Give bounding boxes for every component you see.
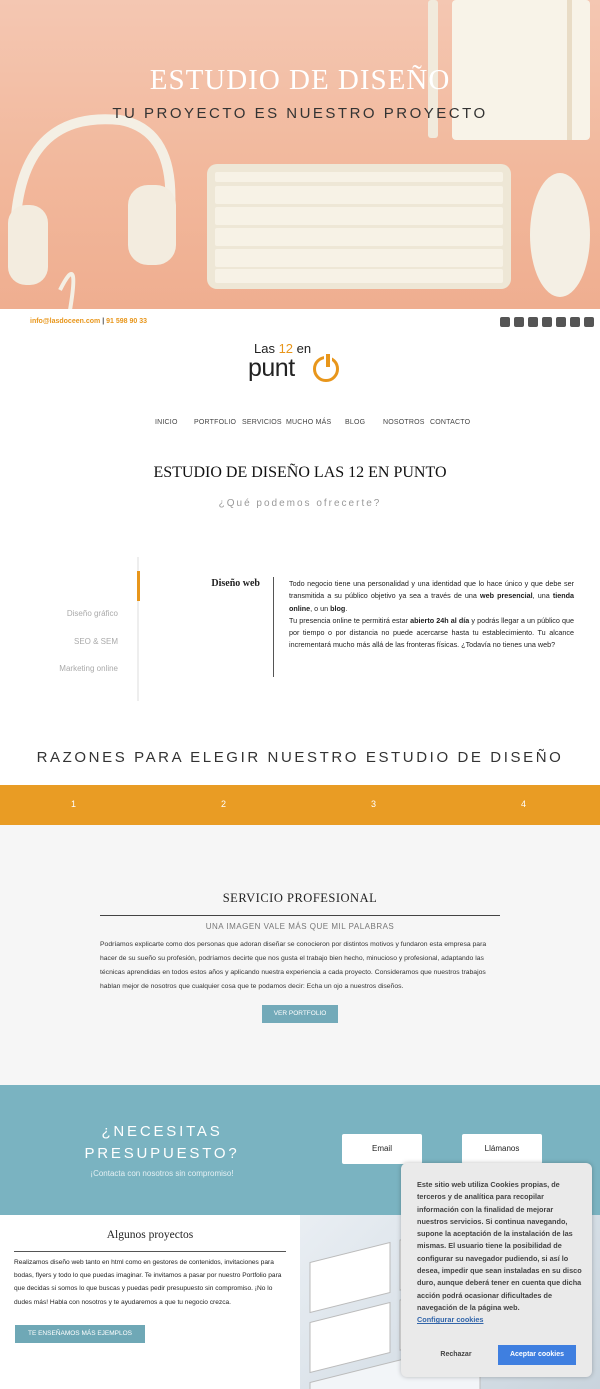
budget-subtitle: ¡Contacta con nosotros sin compromiso! <box>90 1169 234 1178</box>
tab-seo-sem[interactable]: SEO & SEM <box>20 637 118 646</box>
desk-illustration <box>8 0 590 309</box>
nav-item-portfolio[interactable]: PORTFOLIO <box>194 419 236 426</box>
projects-text: Realizamos diseño web tanto en html como… <box>14 1259 282 1306</box>
nav-item-inicio[interactable]: INICIO <box>155 419 178 426</box>
projects-divider <box>14 1251 286 1252</box>
linkedin-icon[interactable] <box>514 317 524 327</box>
more-examples-button[interactable]: TE ENSEÑAMOS MÁS EJEMPLOS <box>15 1325 145 1343</box>
instagram-icon[interactable] <box>556 317 566 327</box>
projects-title: Algunos proyectos <box>106 1229 194 1241</box>
hero-banner: ESTUDIO DE DISEÑO TU PROYECTO ES NUESTRO… <box>0 0 600 309</box>
logo-line2: punt <box>248 354 295 382</box>
tab-diseno-web[interactable]: Diseño web <box>150 578 260 589</box>
reason-tab-2[interactable]: 2 <box>221 799 226 809</box>
phone-link[interactable]: 91 598 90 33 <box>106 318 147 325</box>
nav-item-blog[interactable]: BLOG <box>345 419 365 426</box>
reasons-title: RAZONES PARA ELEGIR NUESTRO ESTUDIO DE D… <box>36 749 564 766</box>
cookie-config-link[interactable]: Configurar cookies <box>417 1314 582 1326</box>
intro-subtitle: ¿Qué podemos ofrecerte? <box>218 498 382 509</box>
intro-title: ESTUDIO DE DISEÑO LAS 12 EN PUNTO <box>153 464 447 481</box>
site-logo[interactable]: Las 12 en punt <box>248 341 358 383</box>
hero-title: ESTUDIO DE DISEÑO <box>149 64 451 96</box>
email-button[interactable]: Email <box>342 1134 422 1164</box>
cookie-accept-button[interactable]: Aceptar cookies <box>498 1345 576 1365</box>
tab-content: Todo negocio tiene una personalidad y un… <box>289 579 574 650</box>
social-icons <box>500 317 594 327</box>
reason-tab-4[interactable]: 4 <box>521 799 526 809</box>
nav-item-contacto[interactable]: CONTACTO <box>430 419 470 426</box>
tab-active-indicator <box>137 571 140 601</box>
google-plus-icon[interactable] <box>500 317 510 327</box>
cookie-text: Este sitio web utiliza Cookies propias, … <box>417 1179 582 1327</box>
twitter-icon[interactable] <box>528 317 538 327</box>
email-link[interactable]: info@lasdoceen.com <box>30 318 100 325</box>
contact-bar: info@lasdoceen.com | 91 598 90 33 <box>0 309 600 335</box>
tab-marketing-online[interactable]: Marketing online <box>20 664 118 673</box>
hero-subtitle: TU PROYECTO ES NUESTRO PROYECTO <box>112 105 488 122</box>
cookie-banner: Este sitio web utiliza Cookies propias, … <box>401 1163 592 1377</box>
budget-title: ¿NECESITAS PRESUPUESTO? <box>84 1123 240 1162</box>
nav-item-servicios[interactable]: SERVICIOS <box>242 419 282 426</box>
nav-item-mucho-mas[interactable]: MUCHO MÁS <box>286 419 331 426</box>
reason-tab-1[interactable]: 1 <box>71 799 76 809</box>
tab-divider <box>273 577 274 677</box>
call-button[interactable]: Llámanos <box>462 1134 542 1164</box>
separator: | <box>102 318 105 325</box>
nav-item-nosotros[interactable]: NOSOTROS <box>383 419 425 426</box>
main-nav: INICIO PORTFOLIO SERVICIOS MUCHO MÁS BLO… <box>0 419 600 431</box>
tab-diseno-grafico[interactable]: Diseño gráfico <box>20 609 118 618</box>
power-icon <box>313 354 339 382</box>
service-text: Podríamos explicarte como dos personas q… <box>100 941 487 990</box>
service-title: SERVICIO PROFESIONAL <box>222 891 378 905</box>
pinterest-icon[interactable] <box>584 317 594 327</box>
service-subtitle: UNA IMAGEN VALE MÁS QUE MIL PALABRAS <box>205 922 395 931</box>
portfolio-button[interactable]: VER PORTFOLIO <box>262 1005 338 1023</box>
reasons-tabs: 1 2 3 4 <box>0 785 600 825</box>
facebook-icon[interactable] <box>542 317 552 327</box>
service-divider <box>100 915 500 916</box>
youtube-icon[interactable] <box>570 317 580 327</box>
reason-tab-3[interactable]: 3 <box>371 799 376 809</box>
cookie-reject-button[interactable]: Rechazar <box>421 1346 491 1364</box>
contact-info: info@lasdoceen.com | 91 598 90 33 <box>30 318 147 325</box>
